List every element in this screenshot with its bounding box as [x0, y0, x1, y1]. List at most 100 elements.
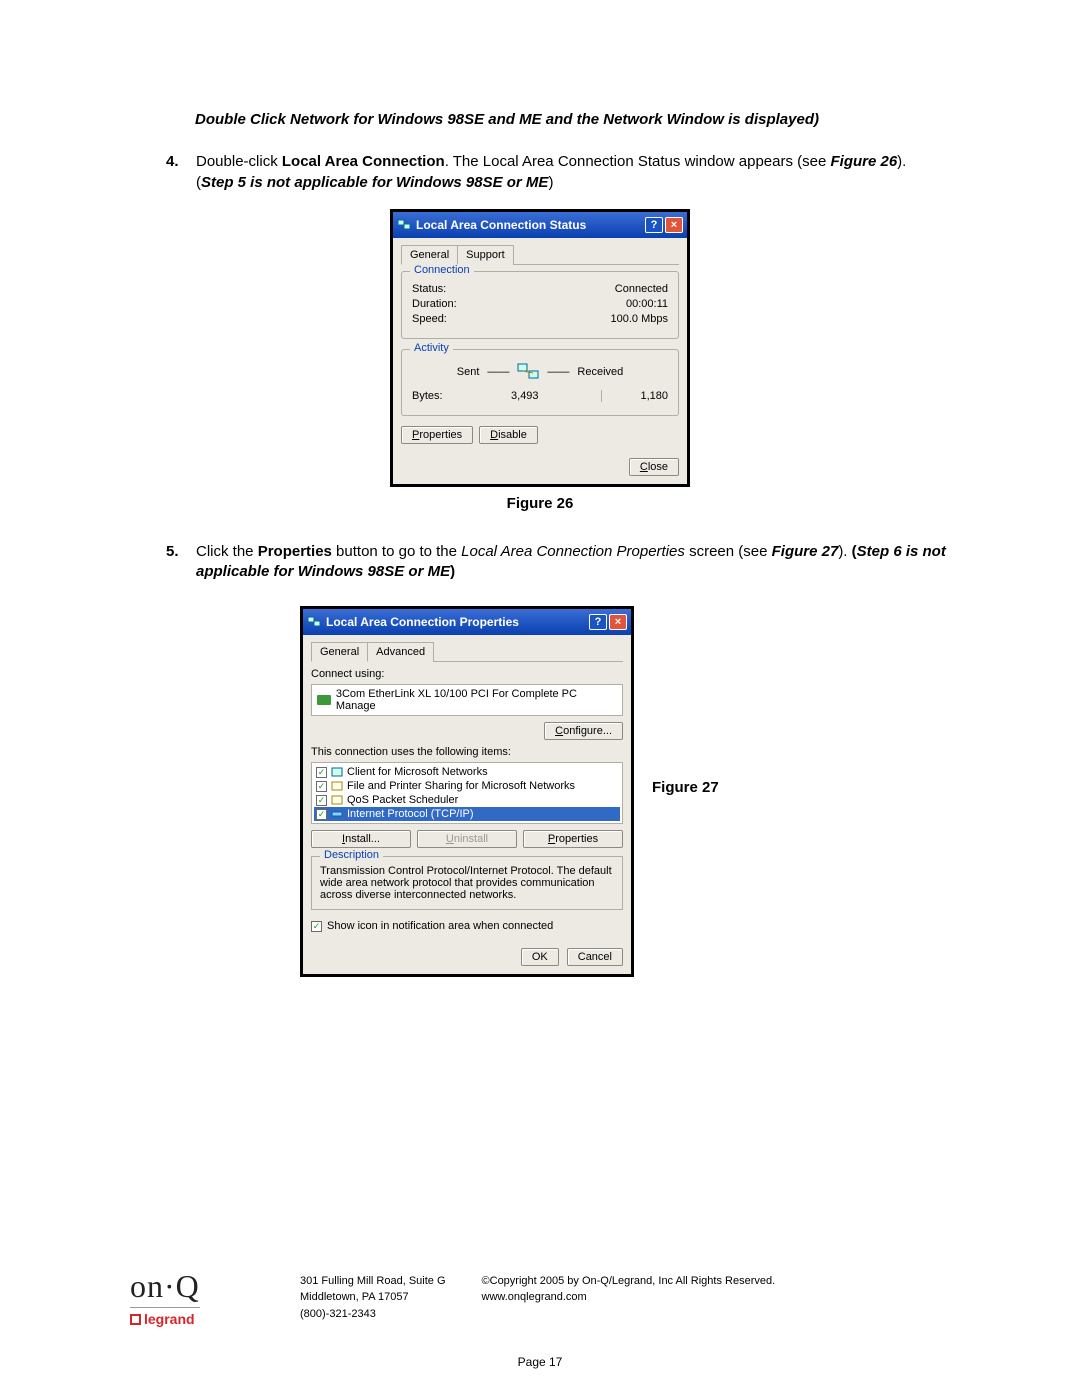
activity-group: Activity Sent —— —— Received Bytes: 3,49…: [401, 349, 679, 416]
speed-label: Speed:: [412, 313, 447, 325]
received-label: Received: [577, 366, 623, 378]
step5-ital: Local Area Connection Properties: [461, 543, 685, 560]
sent-label: Sent: [457, 366, 480, 378]
fig26-titlebar: Local Area Connection Status ? ×: [393, 212, 687, 238]
fig26-tabs: General Support: [401, 244, 679, 265]
page-footer: on·Q legrand 301 Fulling Mill Road, Suit…: [130, 1268, 950, 1327]
activity-dash-1: ——: [487, 366, 509, 378]
tab-support[interactable]: Support: [457, 245, 514, 265]
step-4-body: Double-click Local Area Connection. The …: [196, 152, 950, 193]
close-button[interactable]: Close: [629, 458, 679, 476]
help-icon[interactable]: ?: [645, 217, 663, 233]
show-icon-label: Show icon in notification area when conn…: [327, 920, 553, 932]
help-icon[interactable]: ?: [589, 614, 607, 630]
footer-url: www.onqlegrand.com: [482, 1289, 776, 1306]
item-label: QoS Packet Scheduler: [347, 794, 458, 806]
legrand-logo: legrand: [130, 1311, 260, 1327]
nic-name: 3Com EtherLink XL 10/100 PCI For Complet…: [336, 688, 617, 712]
page-number: Page 17: [0, 1355, 1080, 1369]
step5-figref: Figure 27: [772, 543, 839, 560]
duration-value: 00:00:11: [626, 298, 668, 310]
item-label: Internet Protocol (TCP/IP): [347, 808, 474, 820]
tab-general[interactable]: General: [311, 642, 368, 662]
footer-logo: on·Q legrand: [130, 1268, 260, 1327]
bytes-received: 1,180: [608, 390, 668, 402]
figure-27-caption: Figure 27: [652, 779, 719, 796]
network-icon: [307, 615, 321, 629]
step5-paren-close: ): [450, 563, 455, 580]
duration-label: Duration:: [412, 298, 457, 310]
status-label: Status:: [412, 283, 446, 295]
step-4: 4. Double-click Local Area Connection. T…: [130, 152, 950, 193]
service-icon: [331, 781, 343, 791]
step5-post: screen (see: [685, 543, 772, 560]
tab-general[interactable]: General: [401, 245, 458, 265]
list-item[interactable]: ✓ Client for Microsoft Networks: [314, 765, 620, 779]
step-5-number: 5.: [166, 542, 196, 583]
connect-using-label: Connect using:: [311, 668, 623, 680]
step-4-number: 4.: [166, 152, 196, 193]
list-item[interactable]: ✓ QoS Packet Scheduler: [314, 793, 620, 807]
fig27-title: Local Area Connection Properties: [326, 615, 589, 629]
properties-button[interactable]: Properties: [401, 426, 473, 444]
status-value: Connected: [615, 283, 668, 295]
intro-italic-text: Double Click Network for Windows 98SE an…: [195, 110, 950, 130]
show-icon-checkbox[interactable]: ✓: [311, 921, 322, 932]
cancel-button[interactable]: Cancel: [567, 948, 623, 966]
nic-field: 3Com EtherLink XL 10/100 PCI For Complet…: [311, 684, 623, 716]
uninstall-button: Uninstall: [417, 830, 517, 848]
step4-paren-close: ): [548, 174, 553, 191]
activity-dash-2: ——: [547, 366, 569, 378]
connection-group: Connection Status:Connected Duration:00:…: [401, 271, 679, 339]
close-icon[interactable]: ×: [665, 217, 683, 233]
description-group: Description Transmission Control Protoco…: [311, 856, 623, 910]
figure-26-caption: Figure 26: [130, 495, 950, 512]
activity-computers-icon: [517, 362, 539, 382]
item-label: File and Printer Sharing for Microsoft N…: [347, 780, 575, 792]
fig27-tabs: General Advanced: [311, 641, 623, 662]
step5-post2: ).: [838, 543, 851, 560]
list-item-selected[interactable]: ✓ Internet Protocol (TCP/IP): [314, 807, 620, 821]
step5-mid: button to go to the: [332, 543, 461, 560]
step4-post: ).: [897, 153, 906, 170]
checkbox-icon[interactable]: ✓: [316, 781, 327, 792]
legrand-text: legrand: [144, 1311, 195, 1327]
tab-advanced[interactable]: Advanced: [367, 642, 434, 662]
addr-phone: (800)-321-2343: [300, 1306, 446, 1323]
protocol-icon: [331, 809, 343, 819]
item-label: Client for Microsoft Networks: [347, 766, 488, 778]
ok-button[interactable]: OK: [521, 948, 559, 966]
close-icon[interactable]: ×: [609, 614, 627, 630]
step5-pre: Click the: [196, 543, 258, 560]
items-listbox[interactable]: ✓ Client for Microsoft Networks ✓ File a…: [311, 762, 623, 824]
step4-pre: Double-click: [196, 153, 282, 170]
bytes-label: Bytes:: [412, 390, 443, 402]
figure-26-dialog: Local Area Connection Status ? × General…: [390, 209, 690, 487]
addr-line-1: 301 Fulling Mill Road, Suite G: [300, 1273, 446, 1290]
checkbox-icon[interactable]: ✓: [316, 767, 327, 778]
addr-line-2: Middletown, PA 17057: [300, 1289, 446, 1306]
step5-bold: Properties: [258, 543, 332, 560]
service-icon: [331, 795, 343, 805]
configure-button[interactable]: Configure...: [544, 722, 623, 740]
nic-card-icon: [317, 695, 331, 705]
install-button[interactable]: Install...: [311, 830, 411, 848]
checkbox-icon[interactable]: ✓: [316, 809, 327, 820]
description-text: Transmission Control Protocol/Internet P…: [320, 865, 614, 901]
network-icon: [397, 218, 411, 232]
uses-items-label: This connection uses the following items…: [311, 746, 623, 758]
list-item[interactable]: ✓ File and Printer Sharing for Microsoft…: [314, 779, 620, 793]
step4-figref: Figure 26: [830, 153, 897, 170]
activity-legend: Activity: [410, 342, 453, 354]
connection-legend: Connection: [410, 264, 474, 276]
description-legend: Description: [320, 849, 383, 861]
disable-button[interactable]: Disable: [479, 426, 538, 444]
footer-address: 301 Fulling Mill Road, Suite G Middletow…: [300, 1273, 446, 1323]
step4-bold: Local Area Connection: [282, 153, 445, 170]
step-5: 5. Click the Properties button to go to …: [130, 542, 950, 583]
client-icon: [331, 767, 343, 777]
copyright-text: ©Copyright 2005 by On-Q/Legrand, Inc All…: [482, 1273, 776, 1290]
bytes-sent: 3,493: [449, 390, 602, 402]
checkbox-icon[interactable]: ✓: [316, 795, 327, 806]
item-properties-button[interactable]: Properties: [523, 830, 623, 848]
